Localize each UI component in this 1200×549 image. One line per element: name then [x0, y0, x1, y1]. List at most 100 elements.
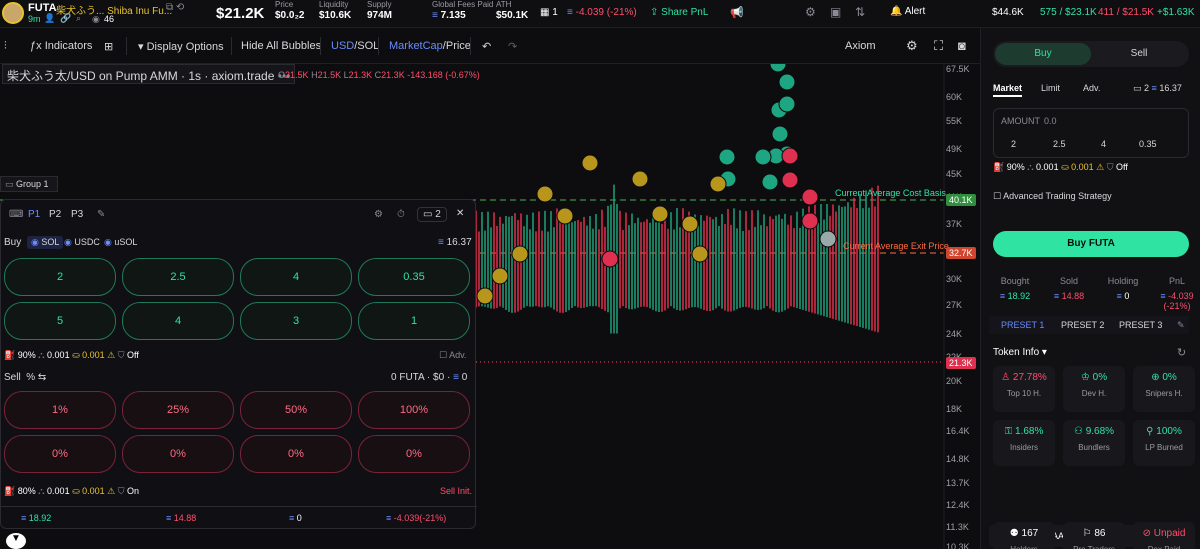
y-label: 18K [946, 404, 963, 414]
copy-icon[interactable]: ⧉ ⟲ [166, 2, 184, 13]
buy-amount-button-4[interactable]: 0.35 [358, 258, 470, 296]
footer-holding: ≡ 0 [289, 513, 302, 523]
fullscreen-icon[interactable]: ⛶ [934, 38, 943, 54]
sell-amount-button-3[interactable]: 50% [240, 391, 352, 429]
chart-legend[interactable]: 柴犬ふう太/USD on Pump AMM · 1s · axiom.trade… [2, 64, 296, 84]
card-holders: ⚉ 167Holders [993, 522, 1055, 549]
preset-1[interactable]: PRESET 1 [1001, 320, 1044, 330]
preset-3[interactable]: PRESET 3 [1119, 320, 1162, 330]
tab-p3[interactable]: P3 [71, 209, 83, 220]
buy-amount-button-7[interactable]: 3 [240, 302, 352, 340]
stat-fees: Global Fees Paid ≡ 7.135 [432, 0, 494, 21]
redo-icon[interactable]: ↷ [508, 40, 517, 53]
sell-settings[interactable]: ⛽ 80% ⛬ 0.001 ⛀ 0.001 ⚠ ⛉ On [4, 486, 139, 497]
y-label: 12.4K [946, 500, 970, 510]
sell-init-button[interactable]: Sell Init. [440, 486, 472, 496]
token-logo[interactable] [2, 2, 24, 24]
sell-amount-button-4[interactable]: 100% [358, 391, 470, 429]
y-label: 27K [946, 300, 963, 310]
cursor-icon[interactable]: ⫶ [4, 40, 7, 53]
wallet-count[interactable]: ▭ 2 [417, 207, 447, 222]
camera-icon[interactable]: ◙ [958, 38, 966, 53]
wallet-selector[interactable]: ▭ 2 ≡ 16.37 [1133, 83, 1182, 94]
trading-app: FUTA 柴犬ふう... Shiba Inu Fu... ⧉ ⟲ 9m 👤 🔗 … [0, 0, 1200, 549]
gear-icon[interactable]: ⚙ [805, 5, 816, 19]
undo-icon[interactable]: ↶ [482, 40, 491, 53]
hide-bubbles-button[interactable]: Hide All Bubbles [241, 40, 321, 52]
close-icon[interactable]: ✕ [456, 208, 464, 219]
link-icon[interactable]: 🔗 [60, 13, 71, 24]
timer-icon[interactable]: ⏱ [397, 209, 405, 220]
buy-amount-button-6[interactable]: 4 [122, 302, 234, 340]
buy-amount-button-2[interactable]: 2.5 [122, 258, 234, 296]
tab-adv[interactable]: Adv. [1083, 83, 1100, 93]
summary-v1: $44.6K [992, 7, 1024, 18]
quick-amount-1[interactable]: 2 [1011, 139, 1016, 149]
quick-amount-3[interactable]: 4 [1101, 139, 1106, 149]
tab-market[interactable]: Market [993, 83, 1023, 97]
preset-2[interactable]: PRESET 2 [1061, 320, 1104, 330]
layout-icon[interactable]: ▣ [830, 5, 841, 19]
sell-amount-button-6[interactable]: 0% [122, 435, 234, 473]
token-subname: 柴犬ふう... Shiba Inu Fu... [56, 6, 173, 17]
keyboard-icon[interactable]: ⌨ [9, 209, 23, 220]
currency-toggle[interactable]: USD/SOL [331, 40, 379, 52]
share-pnl-button[interactable]: ⇪ Share PnL [650, 7, 708, 18]
token-info-toggle[interactable]: Token Info ▾ [993, 347, 1047, 358]
position-pnl: PnL ≡ -4.039 (-21%) [1160, 276, 1194, 311]
candles [469, 184, 879, 334]
group-tab[interactable]: ▭ Group 1 [0, 176, 58, 192]
advanced-strategy-checkbox[interactable]: ☐ Advanced Trading Strategy [993, 191, 1112, 202]
currency-usol[interactable]: ◉ uSOL [104, 237, 137, 248]
badge-cost: 40.1K [946, 194, 976, 206]
adv-checkbox[interactable]: ☐ Adv. [439, 350, 466, 361]
amount-input[interactable]: 0.0 [1044, 116, 1057, 126]
card-insiders: ⚿ 1.68% Insiders [993, 420, 1055, 466]
order-settings[interactable]: ⛽ 90% ⛬ 0.001 ⛀ 0.001 ⚠ ⛉ Off [993, 162, 1128, 173]
display-options-button[interactable]: ▾ Display Options [138, 40, 224, 53]
buy-amount-button-1[interactable]: 2 [4, 258, 116, 296]
tab-p1[interactable]: P1 [28, 209, 40, 220]
sort-icon[interactable]: ⇅ [855, 5, 865, 19]
sell-tab[interactable]: Sell [1091, 43, 1187, 65]
currency-usdc[interactable]: ◉ USDC [64, 237, 100, 248]
trade-bubble [491, 267, 509, 285]
search-icon[interactable]: ⌕ [76, 13, 81, 24]
quick-amount-4[interactable]: 0.35 [1139, 139, 1157, 149]
buy-amount-button-3[interactable]: 4 [240, 258, 352, 296]
templates-icon[interactable]: ⊞ [104, 40, 113, 53]
settings-icon[interactable]: ⚙ [906, 38, 918, 54]
refresh-icon[interactable]: ↻ [1177, 346, 1186, 359]
buy-amount-button-8[interactable]: 1 [358, 302, 470, 340]
currency-sol[interactable]: ◉ SOL [27, 236, 64, 249]
axiom-button[interactable]: Axiom [845, 40, 876, 52]
sell-amount-button-2[interactable]: 25% [122, 391, 234, 429]
edit-icon[interactable]: ✎ [97, 209, 105, 220]
megaphone-icon[interactable]: 📢 [730, 6, 744, 19]
panel-gear-icon[interactable]: ⚙ [374, 209, 383, 220]
sell-amount-button-7[interactable]: 0% [240, 435, 352, 473]
buy-token-button[interactable]: Buy FUTA [993, 231, 1189, 257]
quick-amount-2[interactable]: 2.5 [1053, 139, 1066, 149]
tab-p2[interactable]: P2 [49, 209, 61, 220]
user-icon[interactable]: 👤 [44, 13, 55, 24]
trade-bubble [781, 147, 799, 165]
sell-amount-button-5[interactable]: 0% [4, 435, 116, 473]
tab-limit[interactable]: Limit [1041, 83, 1060, 93]
wallet-summary: $44.6K 575 / $23.1K 411 / $21.5K +$1.63K [980, 0, 1200, 28]
trade-bubble [511, 245, 529, 263]
card-icon: ⚲ [1146, 426, 1154, 437]
sell-label: Sell % ⇆ [4, 372, 47, 383]
sell-amount-button-8[interactable]: 0% [358, 435, 470, 473]
alert-button[interactable]: 🔔 Alert [890, 6, 925, 17]
stat-supply: Supply 974M [367, 0, 393, 21]
buy-amount-button-5[interactable]: 5 [4, 302, 116, 340]
buy-settings[interactable]: ⛽ 90% ⛬ 0.001 ⛀ 0.001 ⚠ ⛉ Off [4, 350, 139, 361]
metric-toggle[interactable]: MarketCap/Price [389, 40, 471, 52]
indicators-button[interactable]: ƒx Indicators [30, 40, 92, 52]
sell-amount-button-1[interactable]: 1% [4, 391, 116, 429]
buy-tab[interactable]: Buy [995, 43, 1091, 65]
chart-toolbar: ⫶ ƒx Indicators ⊞ ▾ Display Options Hide… [0, 28, 980, 64]
preset-edit-icon[interactable]: ✎ [1177, 320, 1185, 331]
trade-bubble [778, 73, 796, 91]
